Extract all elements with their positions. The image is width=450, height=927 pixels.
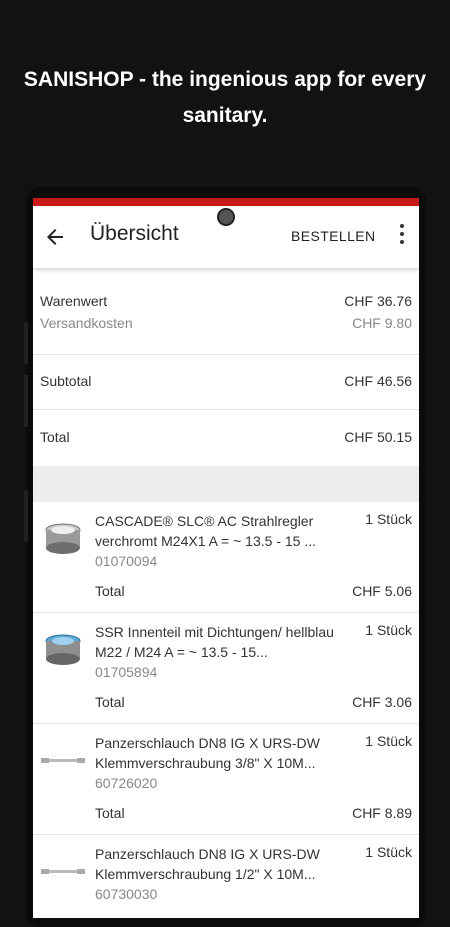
item-total: CHF 3.06: [352, 694, 412, 710]
arrow-left-icon[interactable]: [43, 225, 67, 249]
more-vert-icon[interactable]: [397, 224, 407, 250]
cart-item[interactable]: Panzerschlauch DN8 IG X URS-DW Klemmvers…: [33, 835, 419, 918]
aerator-blue-thumbnail: [45, 634, 81, 665]
cart-item[interactable]: Panzerschlauch DN8 IG X URS-DW Klemmvers…: [33, 724, 419, 835]
hose-thumbnail: [41, 869, 85, 874]
total-label: Total: [40, 429, 70, 445]
cart-item[interactable]: SSR Innenteil mit Dichtungen/ hellblau M…: [33, 613, 419, 724]
phone-button: [24, 375, 28, 427]
item-name: Panzerschlauch DN8 IG X URS-DW Klemmvers…: [95, 846, 320, 882]
total-value: CHF 50.15: [344, 429, 412, 445]
promo-headline: SANISHOP - the ingenious app for every s…: [0, 62, 450, 134]
section-separator: [33, 466, 419, 502]
goods-value-row: Warenwert CHF 36.76: [33, 293, 419, 315]
hose-thumbnail: [41, 758, 85, 763]
item-sku: 01705894: [95, 664, 158, 680]
item-name: SSR Innenteil mit Dichtungen/ hellblau M…: [95, 624, 334, 660]
order-button[interactable]: BESTELLEN: [291, 228, 376, 244]
goods-label: Warenwert: [40, 293, 108, 309]
item-quantity: 1 Stück: [365, 844, 412, 860]
subtotal-label: Subtotal: [40, 373, 92, 389]
item-sku: 01070094: [95, 553, 158, 569]
item-total-label: Total: [95, 805, 125, 821]
item-total: CHF 5.06: [352, 583, 412, 599]
item-total-label: Total: [95, 583, 125, 599]
shipping-value: CHF 9.80: [352, 315, 412, 331]
page-title: Übersicht: [90, 222, 179, 245]
status-bar: [33, 198, 419, 206]
cart-item[interactable]: CASCADE® SLC® AC Strahlregler verchromt …: [33, 502, 419, 613]
subtotal-value: CHF 46.56: [344, 373, 412, 389]
item-name: CASCADE® SLC® AC Strahlregler verchromt …: [95, 513, 317, 549]
camera-icon: [217, 208, 235, 226]
item-quantity: 1 Stück: [365, 733, 412, 749]
promo-headline-line1: SANISHOP - the ingenious app for every: [23, 68, 427, 91]
goods-value: CHF 36.76: [344, 293, 412, 309]
aerator-chrome-thumbnail: [45, 523, 81, 554]
phone-button: [24, 490, 28, 542]
order-summary: Warenwert CHF 36.76 Versandkosten CHF 9.…: [33, 280, 419, 918]
item-total: CHF 8.89: [352, 805, 412, 821]
item-name: Panzerschlauch DN8 IG X URS-DW Klemmvers…: [95, 735, 320, 771]
shipping-row: Versandkosten CHF 9.80: [33, 315, 419, 337]
phone-button: [24, 322, 28, 364]
item-total-label: Total: [95, 694, 125, 710]
item-quantity: 1 Stück: [365, 511, 412, 527]
total-row: Total CHF 50.15: [33, 429, 419, 451]
item-sku: 60726020: [95, 775, 158, 791]
subtotal-row: Subtotal CHF 46.56: [33, 373, 419, 395]
promo-headline-line2: sanitary.: [182, 104, 268, 127]
shipping-label: Versandkosten: [40, 315, 133, 331]
app-screen: Übersicht BESTELLEN Warenwert CHF 36.76 …: [33, 198, 419, 918]
item-quantity: 1 Stück: [365, 622, 412, 638]
